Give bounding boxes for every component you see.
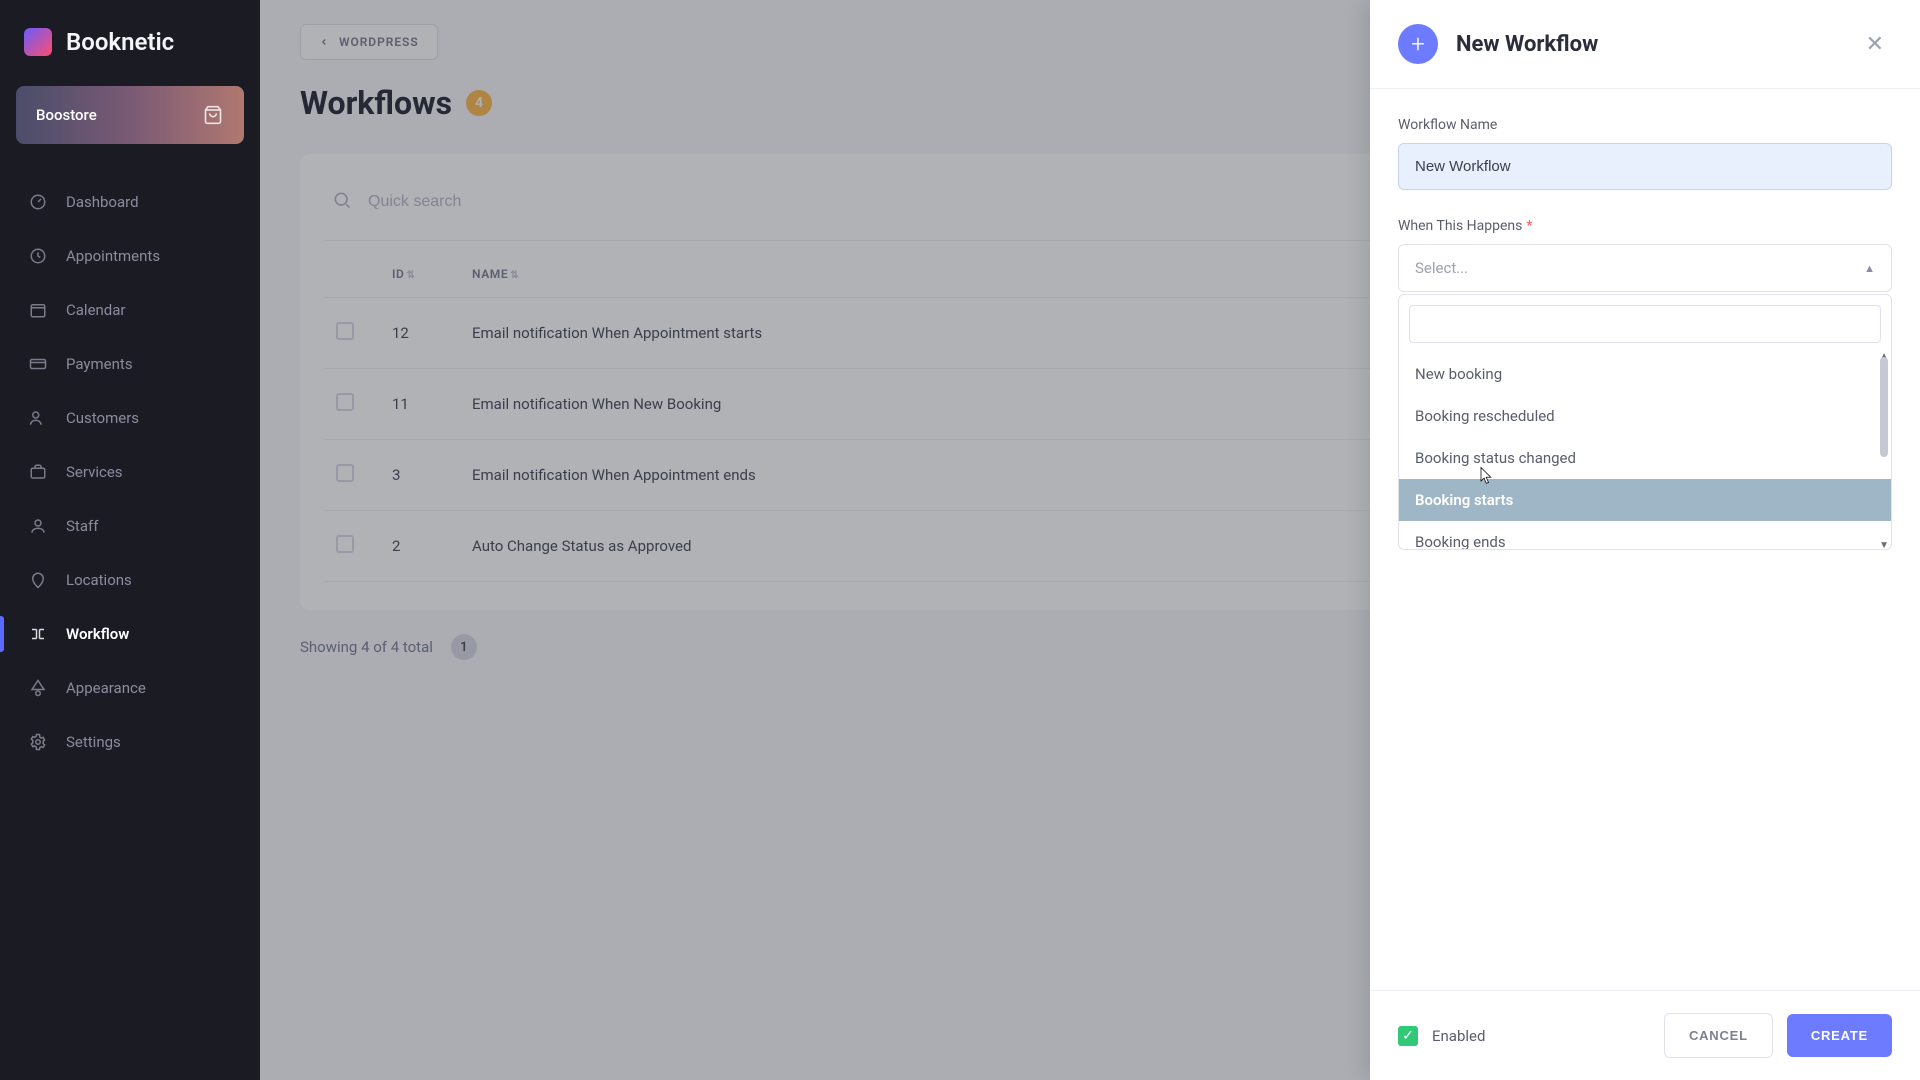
plus-icon: +: [1398, 24, 1438, 64]
breadcrumb-parent-label: WORDPRESS: [339, 35, 419, 49]
drawer-header: + New Workflow ✕: [1370, 0, 1920, 89]
create-button[interactable]: CREATE: [1787, 1014, 1892, 1057]
brand-row: Booknetic: [0, 0, 260, 86]
search-icon: [332, 190, 352, 214]
nav-label: Customers: [66, 409, 139, 427]
cell-id: 12: [380, 298, 460, 369]
breadcrumb-parent[interactable]: WORDPRESS: [300, 24, 438, 60]
nav-item-dashboard[interactable]: Dashboard: [0, 176, 260, 228]
briefcase-icon: [28, 462, 48, 482]
user-icon: [28, 516, 48, 536]
enabled-label: Enabled: [1432, 1027, 1650, 1045]
nav-item-staff[interactable]: Staff: [0, 500, 260, 552]
clock-icon: [28, 246, 48, 266]
calendar-icon: [28, 300, 48, 320]
nav-label: Services: [66, 463, 123, 481]
col-id[interactable]: ID⇅: [380, 245, 460, 298]
event-label: When This Happens*: [1398, 218, 1892, 234]
cell-id: 2: [380, 511, 460, 582]
chevron-left-icon: [319, 37, 329, 47]
pagination-current[interactable]: 1: [451, 634, 477, 660]
drawer-footer: ✓ Enabled CANCEL CREATE: [1370, 990, 1920, 1080]
dropdown-item[interactable]: Booking ends: [1399, 521, 1891, 549]
drawer-title: New Workflow: [1456, 32, 1840, 57]
dropdown-list: ▲ New booking Booking rescheduled Bookin…: [1399, 353, 1891, 549]
new-workflow-drawer: + New Workflow ✕ Workflow Name When This…: [1370, 0, 1920, 1080]
nav-label: Dashboard: [66, 193, 139, 211]
row-checkbox[interactable]: [336, 535, 354, 553]
pin-icon: [28, 570, 48, 590]
enabled-checkbox[interactable]: ✓: [1398, 1026, 1418, 1046]
nav-item-settings[interactable]: Settings: [0, 716, 260, 768]
shopping-bag-icon: [202, 104, 224, 126]
event-dropdown: Select... ▲ ▲ New booking Booking resche…: [1398, 244, 1892, 292]
scrollbar-thumb[interactable]: [1880, 357, 1888, 457]
row-checkbox[interactable]: [336, 393, 354, 411]
caret-up-icon: ▲: [1864, 262, 1875, 275]
cancel-button[interactable]: CANCEL: [1664, 1013, 1773, 1058]
close-icon[interactable]: ✕: [1858, 28, 1892, 61]
dropdown-item[interactable]: Booking starts: [1399, 479, 1891, 521]
store-card[interactable]: Boostore: [16, 86, 244, 144]
nav-label: Staff: [66, 517, 98, 535]
nav-label: Calendar: [66, 301, 126, 319]
nav-label: Appearance: [66, 679, 146, 697]
pagination-summary: Showing 4 of 4 total: [300, 638, 433, 656]
sort-icon: ⇅: [510, 270, 519, 281]
nav-item-appearance[interactable]: Appearance: [0, 662, 260, 714]
scroll-down-arrow-icon[interactable]: ▼: [1879, 540, 1889, 549]
workflow-name-input[interactable]: [1398, 143, 1892, 190]
workflow-icon: [28, 624, 48, 644]
paint-icon: [28, 678, 48, 698]
nav-label: Payments: [66, 355, 133, 373]
count-badge: 4: [466, 90, 492, 116]
dropdown-search-input[interactable]: [1409, 305, 1881, 343]
col-name[interactable]: NAME⇅: [460, 245, 1476, 298]
sort-icon: ⇅: [406, 270, 415, 281]
store-label: Boostore: [36, 106, 97, 124]
nav-label: Settings: [66, 733, 121, 751]
nav-item-calendar[interactable]: Calendar: [0, 284, 260, 336]
sidebar: Booknetic Boostore Dashboard Appointment…: [0, 0, 260, 1080]
brand-name: Booknetic: [66, 28, 174, 56]
nav-label: Locations: [66, 571, 132, 589]
cell-id: 3: [380, 440, 460, 511]
row-checkbox[interactable]: [336, 322, 354, 340]
card-icon: [28, 354, 48, 374]
event-select[interactable]: Select... ▲: [1398, 244, 1892, 292]
gear-icon: [28, 732, 48, 752]
cell-name: Email notification When Appointment ends: [460, 440, 1476, 511]
nav-item-appointments[interactable]: Appointments: [0, 230, 260, 282]
dropdown-item[interactable]: Booking status changed: [1399, 437, 1891, 479]
nav-label: Appointments: [66, 247, 160, 265]
row-checkbox[interactable]: [336, 464, 354, 482]
page-title: Workflows: [300, 84, 452, 122]
event-placeholder: Select...: [1415, 259, 1468, 277]
gauge-icon: [28, 192, 48, 212]
nav-item-customers[interactable]: Customers: [0, 392, 260, 444]
workflow-name-label: Workflow Name: [1398, 117, 1892, 133]
event-dropdown-panel: ▲ New booking Booking rescheduled Bookin…: [1398, 294, 1892, 550]
brand-logo-icon: [24, 28, 52, 56]
cell-name: Email notification When New Booking: [460, 369, 1476, 440]
cell-id: 11: [380, 369, 460, 440]
cell-name: Auto Change Status as Approved: [460, 511, 1476, 582]
nav-label: Workflow: [66, 625, 129, 643]
nav-item-payments[interactable]: Payments: [0, 338, 260, 390]
dropdown-item[interactable]: New booking: [1399, 353, 1891, 395]
drawer-body: Workflow Name When This Happens* Select.…: [1370, 89, 1920, 990]
nav-item-locations[interactable]: Locations: [0, 554, 260, 606]
nav-item-workflow[interactable]: Workflow: [0, 608, 260, 660]
dropdown-item[interactable]: Booking rescheduled: [1399, 395, 1891, 437]
nav: Dashboard Appointments Calendar Payments…: [0, 168, 260, 776]
cell-name: Email notification When Appointment star…: [460, 298, 1476, 369]
users-icon: [28, 408, 48, 428]
nav-item-services[interactable]: Services: [0, 446, 260, 498]
